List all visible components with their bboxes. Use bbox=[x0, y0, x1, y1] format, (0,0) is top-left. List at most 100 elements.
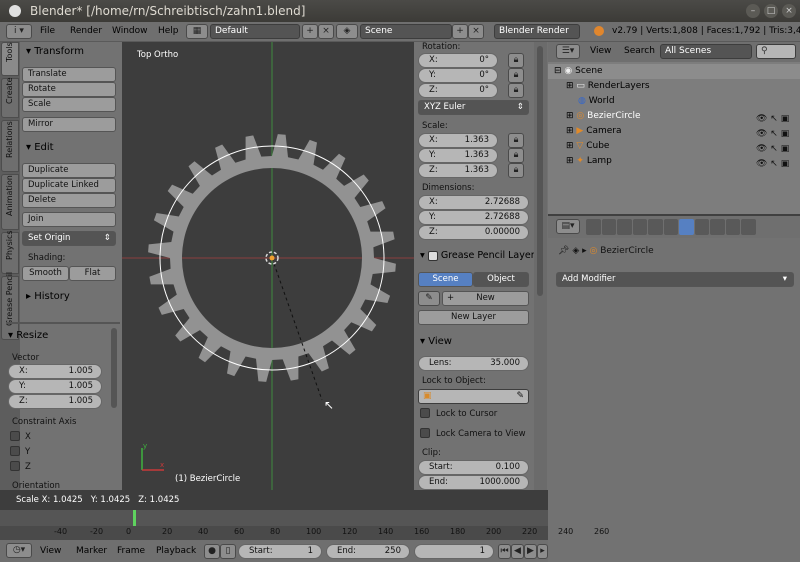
tab-animation[interactable]: Animation bbox=[1, 174, 19, 230]
editor-type-info-icon[interactable]: i ▾ bbox=[6, 24, 32, 39]
rotation-y-lock-icon[interactable]: 🔒︎ bbox=[508, 68, 524, 83]
scene-remove-icon[interactable]: × bbox=[468, 24, 484, 39]
scene-field[interactable]: Scene bbox=[360, 24, 452, 39]
new-layer-button[interactable]: New Layer bbox=[418, 310, 529, 325]
scale-y-field[interactable]: Y: 1.363 bbox=[418, 148, 498, 163]
minimize-button[interactable]: – bbox=[746, 4, 760, 18]
close-button[interactable]: × bbox=[782, 4, 796, 18]
grease-object-button[interactable]: Object bbox=[473, 272, 529, 287]
physics-tab-icon[interactable] bbox=[741, 219, 757, 235]
rotation-y-field[interactable]: Y: 0° bbox=[418, 68, 498, 83]
renderlayers-tab-icon[interactable] bbox=[601, 219, 617, 235]
vector-y-field[interactable]: Y: 1.005 bbox=[8, 379, 102, 394]
tab-tools[interactable]: Tools bbox=[1, 42, 19, 76]
vector-z-field[interactable]: Z: 1.005 bbox=[8, 394, 102, 409]
outliner-row-world[interactable]: ◍ World bbox=[548, 94, 800, 109]
grease-pencil-checkbox[interactable] bbox=[427, 250, 438, 261]
current-frame-indicator[interactable] bbox=[132, 510, 136, 526]
layout-add-icon[interactable]: + bbox=[302, 24, 318, 39]
start-frame-field[interactable]: Start: 1 bbox=[238, 544, 322, 559]
grease-new-button[interactable]: + New bbox=[442, 291, 529, 306]
dimensions-y-field[interactable]: Y: 2.72688 bbox=[418, 210, 529, 225]
properties-context-tabs[interactable] bbox=[586, 219, 757, 235]
dimensions-x-field[interactable]: X: 2.72688 bbox=[418, 195, 529, 210]
scene-add-icon[interactable]: + bbox=[452, 24, 468, 39]
grease-pencil-layers-header[interactable]: ▾ Grease Pencil Layers bbox=[420, 250, 540, 264]
view-panel-header[interactable]: ▾ View bbox=[420, 336, 452, 350]
lock-object-field[interactable]: ▣ ✎ bbox=[418, 389, 529, 404]
scale-z-field[interactable]: Z: 1.363 bbox=[418, 163, 498, 178]
timeline-menu-view[interactable]: View bbox=[40, 546, 61, 556]
pin-icon[interactable]: 📌︎ bbox=[558, 246, 569, 256]
scene-browse-icon[interactable]: ◈ bbox=[336, 24, 358, 39]
layout-field[interactable]: Default bbox=[210, 24, 300, 39]
menu-file[interactable]: File bbox=[40, 26, 55, 36]
rotation-mode-select[interactable]: XYZ Euler ⇕ bbox=[418, 100, 529, 115]
visibility-icons-cube[interactable]: 👁︎ ↖ ▣ bbox=[756, 142, 796, 157]
timeline-menu-playback[interactable]: Playback bbox=[156, 546, 196, 556]
jump-start-icon[interactable]: ⏮︎ bbox=[498, 544, 511, 559]
set-origin-select[interactable]: Set Origin ⇕ bbox=[22, 231, 116, 246]
world-tab-icon[interactable] bbox=[632, 219, 648, 235]
menu-window[interactable]: Window bbox=[112, 26, 148, 36]
visibility-icons-lamp[interactable]: 👁︎ ↖ ▣ bbox=[756, 157, 796, 172]
layout-browse-icon[interactable]: ▦ bbox=[186, 24, 208, 39]
lock-to-cursor-checkbox[interactable] bbox=[420, 408, 430, 418]
clip-start-field[interactable]: Start: 0.100 bbox=[418, 460, 529, 475]
3d-viewport[interactable]: Top Ortho ↖ y x (1) BezierCircle bbox=[122, 42, 414, 490]
resize-operator-header[interactable]: ▾ Resize bbox=[8, 330, 48, 344]
constraint-x-checkbox[interactable] bbox=[10, 431, 20, 441]
end-frame-field[interactable]: End: 250 bbox=[326, 544, 410, 559]
grease-browse-icon[interactable]: ✎ bbox=[418, 291, 440, 306]
render-engine-select[interactable]: Blender Render bbox=[494, 24, 580, 39]
keying-icon[interactable]: ▯ bbox=[220, 544, 236, 559]
tab-relations[interactable]: Relations bbox=[1, 120, 19, 172]
smooth-button[interactable]: Smooth bbox=[22, 266, 69, 281]
scale-x-lock-icon[interactable]: 🔒︎ bbox=[508, 133, 524, 148]
timeline-area[interactable]: -40 -20 0 20 40 60 80 100 120 140 160 180 200 220 240 2… bbox=[0, 510, 609, 540]
rotate-button[interactable]: Rotate bbox=[22, 82, 116, 97]
duplicate-linked-button[interactable]: Duplicate Linked bbox=[22, 178, 116, 193]
object-tab-icon[interactable] bbox=[648, 219, 663, 235]
properties-editor-type-icon[interactable]: ▤▾ bbox=[556, 219, 580, 234]
outliner-editor-type-icon[interactable]: ☰▾ bbox=[556, 44, 580, 59]
rotation-x-field[interactable]: X: 0° bbox=[418, 53, 498, 68]
play-icon[interactable]: ▶ bbox=[524, 544, 537, 559]
record-icon[interactable]: ● bbox=[204, 544, 220, 559]
mirror-button[interactable]: Mirror bbox=[22, 117, 116, 132]
scene-tab-icon[interactable] bbox=[617, 219, 632, 235]
add-modifier-select[interactable]: Add Modifier ▾ bbox=[556, 272, 794, 287]
operator-scrollbar[interactable] bbox=[111, 328, 117, 408]
history-panel-header[interactable]: ▸ History bbox=[26, 291, 70, 305]
dimensions-z-field[interactable]: Z: 0.00000 bbox=[418, 225, 529, 240]
outliner-search-field[interactable]: ⚲ bbox=[756, 44, 796, 59]
lock-camera-checkbox[interactable] bbox=[420, 428, 430, 438]
outliner-row-renderlayers[interactable]: ⊞ ▭ RenderLayers bbox=[548, 79, 800, 94]
scale-z-lock-icon[interactable]: 🔒︎ bbox=[508, 163, 524, 178]
eyedropper-icon[interactable]: ✎ bbox=[516, 390, 524, 403]
lens-field[interactable]: Lens: 35.000 bbox=[418, 356, 529, 371]
gear-object[interactable] bbox=[122, 42, 414, 490]
scale-button[interactable]: Scale bbox=[22, 97, 116, 112]
timeline-menu-marker[interactable]: Marker bbox=[76, 546, 107, 556]
outliner-filter-select[interactable]: All Scenes bbox=[660, 44, 752, 59]
menu-help[interactable]: Help bbox=[158, 26, 179, 36]
outliner-row-scene[interactable]: ⊟ ◉ Scene bbox=[548, 64, 800, 79]
scale-x-field[interactable]: X: 1.363 bbox=[418, 133, 498, 148]
translate-button[interactable]: Translate bbox=[22, 67, 116, 82]
next-key-icon[interactable]: ▸ bbox=[537, 544, 548, 559]
visibility-icons-camera[interactable]: 👁︎ ↖ ▣ bbox=[756, 127, 796, 142]
texture-tab-icon[interactable] bbox=[725, 219, 741, 235]
tab-create[interactable]: Create bbox=[1, 77, 19, 118]
vector-x-field[interactable]: X: 1.005 bbox=[8, 364, 102, 379]
outliner-menu-view[interactable]: View bbox=[590, 46, 611, 56]
rotation-x-lock-icon[interactable]: 🔒︎ bbox=[508, 53, 524, 68]
maximize-button[interactable]: □ bbox=[764, 4, 778, 18]
constraint-z-checkbox[interactable] bbox=[10, 461, 20, 471]
render-tab-icon[interactable] bbox=[586, 219, 601, 235]
visibility-icons-beziercircle[interactable]: 👁︎ ↖ ▣ bbox=[756, 112, 796, 127]
scale-y-lock-icon[interactable]: 🔒︎ bbox=[508, 148, 524, 163]
transform-panel-header[interactable]: ▾ Transform bbox=[26, 46, 84, 60]
prev-key-icon[interactable]: ◀ bbox=[511, 544, 524, 559]
properties-scrollbar[interactable] bbox=[537, 46, 543, 296]
